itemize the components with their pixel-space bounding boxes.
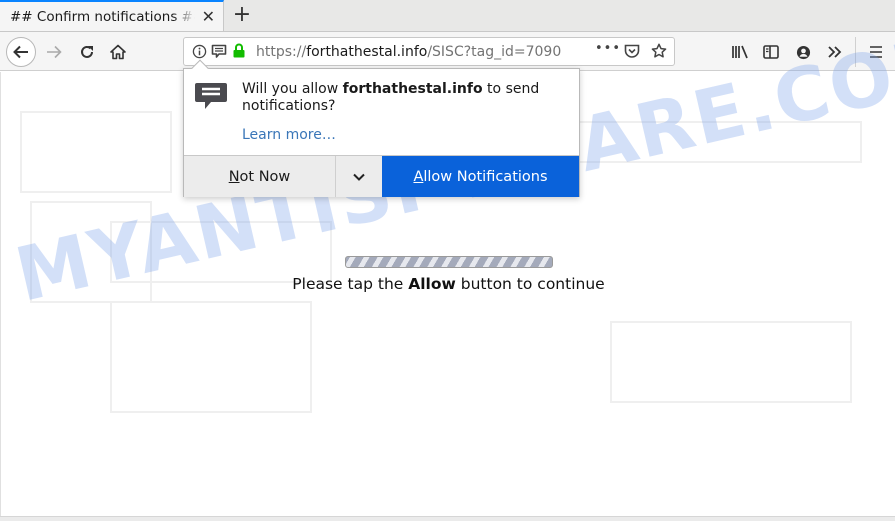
tab-title: ## Confirm notifications ## bbox=[10, 8, 195, 25]
sidebar-icon bbox=[763, 45, 779, 59]
bookmark-star-icon[interactable] bbox=[651, 43, 667, 59]
url-scheme: https:// bbox=[256, 44, 307, 60]
chevron-down-icon bbox=[353, 173, 365, 181]
question-domain: forthathestal.info bbox=[342, 81, 483, 97]
overflow-menu-button[interactable] bbox=[820, 37, 850, 67]
sidebar-button[interactable] bbox=[756, 37, 786, 67]
url-path: /SISC?tag_id=70905 bbox=[427, 44, 561, 60]
notification-permission-popup: Will you allow forthathestal.info to sen… bbox=[183, 59, 580, 197]
reload-button[interactable] bbox=[72, 37, 102, 67]
hamburger-icon bbox=[870, 46, 882, 58]
message-text-end: button to continue bbox=[455, 275, 605, 293]
pocket-icon[interactable] bbox=[624, 44, 640, 59]
notification-permission-icon[interactable] bbox=[211, 44, 227, 59]
navigation-toolbar: https://forthathestal.info/SISC?tag_id=7… bbox=[0, 31, 895, 71]
message-bold: Allow bbox=[408, 275, 456, 293]
button-label: ot Now bbox=[239, 168, 291, 185]
instruction-message: Please tap the Allow button to continue bbox=[1, 275, 895, 293]
loading-progress-bar bbox=[345, 256, 553, 268]
message-text: Please tap the bbox=[292, 275, 409, 293]
library-icon bbox=[732, 45, 748, 59]
forward-button[interactable] bbox=[39, 37, 69, 67]
new-tab-button[interactable]: + bbox=[230, 2, 254, 27]
more-options-dropdown[interactable] bbox=[336, 156, 382, 197]
url-text[interactable]: https://forthathestal.info/SISC?tag_id=7… bbox=[256, 44, 561, 60]
home-button[interactable] bbox=[103, 37, 133, 67]
lock-icon[interactable] bbox=[233, 43, 245, 58]
chevron-double-right-icon bbox=[828, 46, 842, 58]
notification-icon bbox=[194, 81, 228, 115]
accesskey: N bbox=[228, 168, 240, 185]
url-domain: forthathestal.info bbox=[306, 44, 428, 60]
app-menu-button[interactable] bbox=[861, 37, 891, 67]
close-tab-icon[interactable]: ✕ bbox=[202, 7, 215, 26]
question-text: Will you allow bbox=[242, 81, 343, 97]
popup-actions: Not Now Allow Notifications bbox=[184, 155, 579, 197]
page-actions-icon[interactable]: ••• bbox=[595, 41, 621, 56]
tab-confirm-notifications[interactable]: ## Confirm notifications ## ✕ bbox=[0, 0, 224, 31]
toolbar-separator bbox=[855, 37, 856, 67]
arrow-left-icon bbox=[13, 45, 28, 59]
permission-question: Will you allow forthathestal.info to sen… bbox=[242, 81, 562, 115]
learn-more-link[interactable]: Learn more… bbox=[242, 127, 336, 143]
home-icon bbox=[110, 44, 126, 60]
accesskey: A bbox=[413, 168, 424, 185]
account-button[interactable] bbox=[788, 37, 818, 67]
button-label: llow Notifications bbox=[423, 168, 548, 185]
status-strip bbox=[0, 516, 895, 521]
library-button[interactable] bbox=[725, 37, 755, 67]
tab-strip: ## Confirm notifications ## ✕ + bbox=[0, 0, 895, 31]
allow-notifications-button[interactable]: Allow Notifications bbox=[382, 156, 579, 197]
url-bar[interactable]: https://forthathestal.info/SISC?tag_id=7… bbox=[183, 37, 675, 66]
arrow-right-icon bbox=[47, 45, 62, 59]
reload-icon bbox=[81, 45, 93, 58]
account-icon bbox=[796, 45, 810, 59]
back-button[interactable] bbox=[6, 37, 36, 67]
info-icon[interactable] bbox=[192, 44, 207, 59]
not-now-button[interactable]: Not Now bbox=[184, 156, 336, 197]
